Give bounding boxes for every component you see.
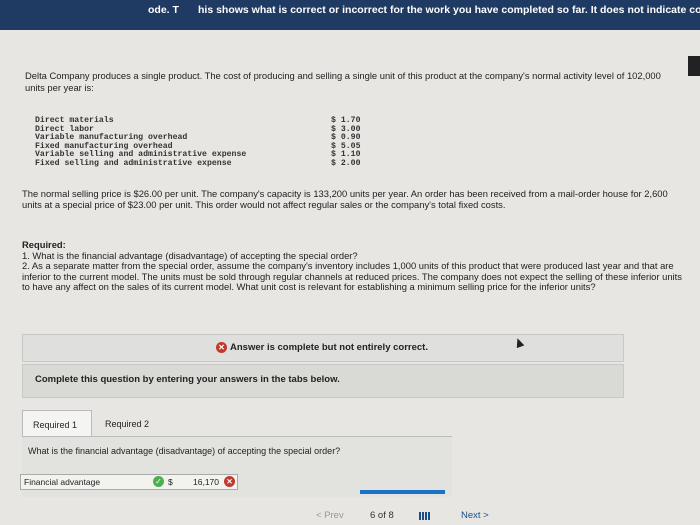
required-section: Required: 1. What is the financial advan… — [22, 239, 682, 293]
cost-row: Direct labor $ 3.00 — [35, 125, 375, 134]
grid-icon[interactable] — [419, 512, 431, 520]
progress-bar — [360, 490, 445, 494]
cost-row: Direct materials $ 1.70 — [35, 116, 375, 125]
prev-button[interactable]: < Prev — [316, 510, 344, 521]
status-message: Answer is complete but not entirely corr… — [230, 342, 428, 353]
answer-status-bar: ✕ Answer is complete but not entirely co… — [22, 334, 624, 362]
tab-label: Required 2 — [105, 419, 150, 429]
problem-paragraph: The normal selling price is $26.00 per u… — [22, 188, 668, 210]
page-indicator: 6 of 8 — [370, 510, 394, 521]
cost-row: Variable manufacturing overhead $ 0.90 — [35, 133, 375, 142]
currency-symbol: $ — [168, 477, 173, 487]
cost-value: $ 2.00 — [331, 158, 361, 168]
banner-fragment: ode. T — [148, 4, 179, 16]
instruction-text: Complete this question by entering your … — [35, 374, 340, 385]
answer-row-label: Financial advantage — [24, 477, 101, 487]
required-q2: 2. As a separate matter from the special… — [22, 260, 682, 293]
banner-text: his shows what is correct or incorrect f… — [198, 4, 700, 16]
cost-row: Fixed selling and administrative expense… — [35, 159, 375, 168]
check-icon: ✓ — [153, 476, 164, 487]
cost-label: Fixed selling and administrative expense — [35, 158, 232, 168]
instruction-bar: Complete this question by entering your … — [22, 364, 624, 398]
answer-row: Financial advantage ✓ $ 16,170 ✕ — [20, 474, 238, 490]
problem-intro: Delta Company produces a single product.… — [25, 70, 661, 93]
next-button[interactable]: Next > — [461, 510, 489, 521]
answer-question: What is the financial advantage (disadva… — [28, 446, 341, 456]
answer-input[interactable]: 16,170 — [193, 477, 219, 487]
cost-table: Direct materials $ 1.70 Direct labor $ 3… — [35, 116, 375, 168]
required-title: Required: — [22, 239, 66, 250]
cost-row: Variable selling and administrative expe… — [35, 150, 375, 159]
error-icon: ✕ — [224, 476, 235, 487]
tab-label: Required 1 — [33, 420, 78, 430]
error-icon: ✕ — [216, 342, 227, 353]
tab-required-2[interactable]: Required 2 — [95, 410, 157, 436]
tab-required-1[interactable]: Required 1 — [22, 410, 92, 437]
feedback-banner: ode. T his shows what is correct or inco… — [0, 0, 700, 30]
scrollbar-thumb[interactable] — [688, 56, 700, 76]
